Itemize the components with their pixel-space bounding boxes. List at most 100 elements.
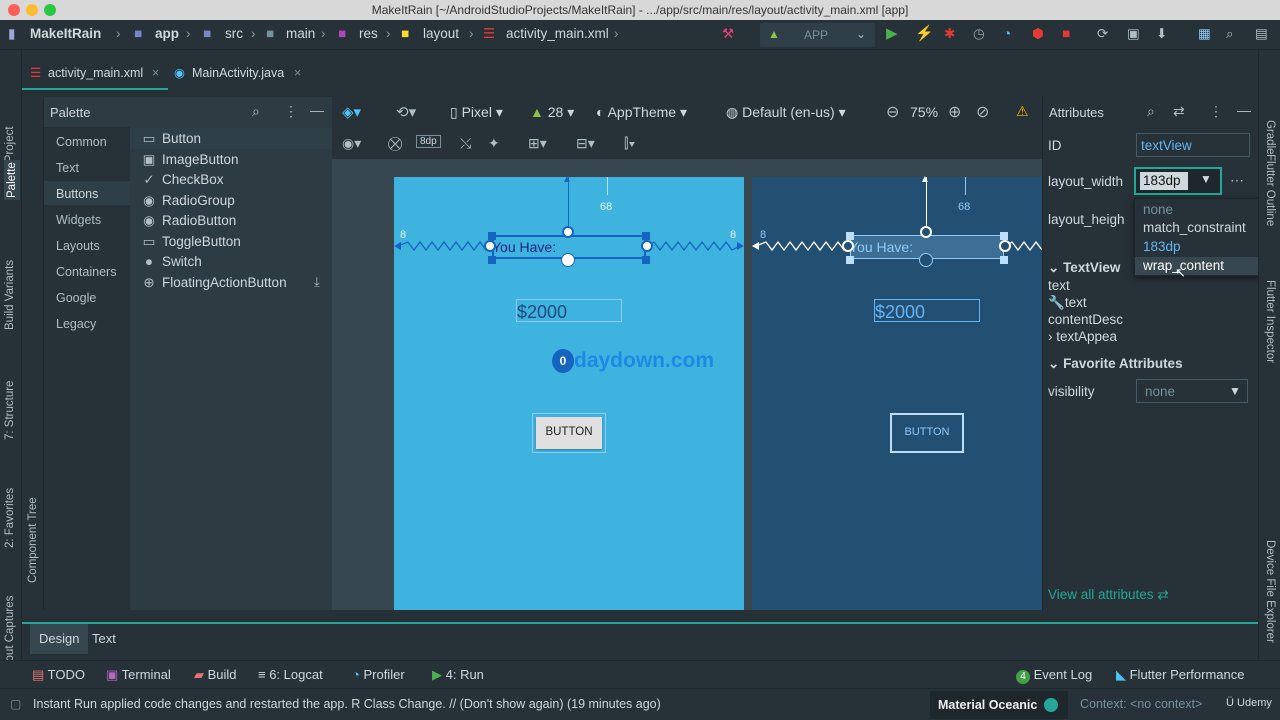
- palette-item-imagebutton[interactable]: ▣ ImageButton: [142, 152, 239, 168]
- tab-activity-main[interactable]: ☰ activity_main.xml ×: [22, 58, 168, 90]
- more-icon[interactable]: ⋯: [1230, 172, 1244, 189]
- swap-view-icon[interactable]: ⇄: [1173, 103, 1185, 120]
- zoom-out-icon[interactable]: ⊖: [886, 102, 899, 122]
- textview-section-header[interactable]: ⌄ TextView: [1048, 260, 1120, 276]
- tab-main-activity[interactable]: ◉ MainActivity.java ×: [170, 58, 310, 90]
- infer-constraints-icon[interactable]: ✦: [488, 135, 500, 152]
- close-icon[interactable]: ×: [152, 58, 159, 88]
- breadcrumb-file[interactable]: activity_main.xml: [506, 20, 609, 50]
- palette-item-radiogroup[interactable]: ◉ RadioGroup: [142, 193, 235, 209]
- theme-indicator[interactable]: Material Oceanic: [930, 691, 1068, 719]
- event-log-tool-window[interactable]: 4 Event Log: [1016, 661, 1092, 689]
- palette-tool-tab[interactable]: Palette: [4, 160, 20, 200]
- breadcrumb-project[interactable]: MakeItRain: [30, 20, 101, 50]
- resize-handle[interactable]: [1000, 232, 1008, 240]
- status-message[interactable]: Instant Run applied code changes and res…: [33, 697, 661, 711]
- project-structure-icon[interactable]: ▦: [1198, 20, 1211, 50]
- category-legacy[interactable]: Legacy: [56, 317, 96, 331]
- component-tree-tool-tab[interactable]: Component Tree: [27, 497, 39, 583]
- category-common[interactable]: Common: [56, 135, 107, 149]
- id-field[interactable]: textView: [1136, 133, 1250, 157]
- preview-button[interactable]: BUTTON: [536, 417, 602, 449]
- text-appearance-attr-label[interactable]: › textAppea: [1048, 329, 1117, 344]
- zoom-fit-icon[interactable]: ⊘: [976, 102, 989, 122]
- autoconnect-icon[interactable]: ⛒: [388, 135, 402, 152]
- search-icon[interactable]: ⌕: [252, 103, 260, 120]
- category-text[interactable]: Text: [56, 161, 79, 175]
- close-window-icon[interactable]: [8, 4, 20, 16]
- resize-handle[interactable]: [642, 232, 650, 240]
- minimize-panel-icon[interactable]: —: [310, 102, 324, 118]
- debug-icon[interactable]: ✱: [944, 20, 955, 50]
- profiler-icon[interactable]: ◔: [1003, 20, 1011, 50]
- coverage-icon[interactable]: ◷: [973, 20, 985, 50]
- design-surface[interactable]: ▲ 68 8 8 You Have: $2000 0 daydown.com B…: [394, 174, 744, 610]
- palette-item-radiobutton[interactable]: ◉ RadioButton: [142, 213, 236, 229]
- amount-textview[interactable]: $2000: [516, 299, 622, 322]
- resize-handle[interactable]: [846, 256, 854, 264]
- hammer-icon[interactable]: ⚒: [722, 20, 734, 50]
- bottom-anchor-handle[interactable]: [561, 253, 575, 267]
- breadcrumb-app[interactable]: app: [155, 20, 179, 50]
- resize-handle[interactable]: [846, 232, 854, 240]
- breadcrumb-res[interactable]: res: [359, 20, 378, 50]
- zoom-in-icon[interactable]: ⊕: [948, 102, 961, 122]
- chevron-down-icon[interactable]: ▼: [1200, 172, 1212, 186]
- structure-tool-tab[interactable]: 7: Structure: [4, 381, 16, 440]
- palette-item-checkbox[interactable]: ✓ CheckBox: [142, 172, 223, 188]
- resize-handle[interactable]: [1000, 256, 1008, 264]
- view-all-attributes-link[interactable]: View all attributes ⇄: [1048, 587, 1169, 603]
- run-config-select[interactable]: ▲ APP ⌄: [760, 23, 875, 47]
- guidelines-icon[interactable]: ⫿▾: [624, 135, 635, 152]
- top-anchor-handle[interactable]: [562, 226, 574, 238]
- orientation-icon[interactable]: ⟲▾: [396, 103, 416, 121]
- palette-item-togglebutton[interactable]: ▭ ToggleButton: [142, 234, 241, 250]
- flutter-performance-tool-window[interactable]: ◣ Flutter Performance: [1116, 661, 1244, 689]
- more-icon[interactable]: ⋮: [284, 103, 298, 120]
- right-anchor-handle[interactable]: [641, 240, 653, 252]
- context-indicator[interactable]: Context: <no context>: [1080, 697, 1202, 711]
- option-match-constraint[interactable]: match_constraint: [1143, 220, 1246, 235]
- search-icon[interactable]: ⌕: [1147, 103, 1155, 120]
- run-tool-window[interactable]: ▶ 4: Run: [432, 661, 484, 689]
- resize-handle[interactable]: [488, 256, 496, 264]
- category-widgets[interactable]: Widgets: [56, 213, 101, 227]
- pack-icon[interactable]: ⊞▾: [528, 135, 547, 152]
- close-icon[interactable]: ×: [294, 58, 301, 88]
- amount-textview[interactable]: $2000: [874, 299, 980, 322]
- left-anchor-handle[interactable]: [484, 240, 496, 252]
- terminal-tool-window[interactable]: ▣ Terminal: [106, 661, 171, 689]
- build-variants-tool-tab[interactable]: Build Variants: [4, 260, 16, 330]
- sync-gradle-icon[interactable]: ⟳: [1097, 20, 1108, 50]
- option-none[interactable]: none: [1143, 202, 1173, 217]
- right-anchor-handle[interactable]: [999, 240, 1011, 252]
- category-layouts[interactable]: Layouts: [56, 239, 100, 253]
- split-view-icon[interactable]: ▤: [1255, 20, 1268, 50]
- resize-handle[interactable]: [488, 232, 496, 240]
- tab-text[interactable]: Text: [92, 631, 116, 646]
- layers-icon[interactable]: ◈▾: [342, 103, 361, 121]
- layout-width-value[interactable]: 183dp: [1143, 173, 1181, 188]
- breadcrumb-main[interactable]: main: [286, 20, 315, 50]
- category-containers[interactable]: Containers: [56, 265, 116, 279]
- stop-icon[interactable]: ■: [1062, 20, 1070, 50]
- avd-manager-icon[interactable]: ▣: [1127, 20, 1140, 50]
- breadcrumb-src[interactable]: src: [225, 20, 243, 50]
- blueprint-surface[interactable]: ▲ 68 8 You Have: $2000 BUTTON: [752, 174, 1042, 610]
- minimize-panel-icon[interactable]: —: [1237, 102, 1251, 118]
- tab-design[interactable]: Design: [30, 624, 88, 654]
- locale-select[interactable]: ◍ Default (en-us) ▾: [726, 104, 846, 121]
- todo-tool-window[interactable]: ▤ TODO: [32, 661, 85, 689]
- visibility-select[interactable]: none ▼: [1136, 379, 1248, 403]
- favorites-section-header[interactable]: ⌄ Favorite Attributes: [1048, 356, 1183, 372]
- option-183dp[interactable]: 183dp: [1143, 239, 1181, 254]
- apply-changes-icon[interactable]: ⚡: [915, 20, 934, 50]
- profiler-tool-window[interactable]: ◔ Profiler: [352, 661, 405, 689]
- layout-width-combo[interactable]: 183dp ▼: [1134, 167, 1222, 195]
- resize-handle[interactable]: [642, 256, 650, 264]
- eye-icon[interactable]: ◉▾: [342, 135, 361, 152]
- warning-icon[interactable]: ⚠: [1016, 103, 1029, 120]
- sdk-manager-icon[interactable]: ⬇: [1156, 20, 1167, 50]
- attach-debugger-icon[interactable]: ⬢: [1032, 20, 1044, 50]
- palette-item-fab[interactable]: ⊕ FloatingActionButton: [142, 275, 286, 291]
